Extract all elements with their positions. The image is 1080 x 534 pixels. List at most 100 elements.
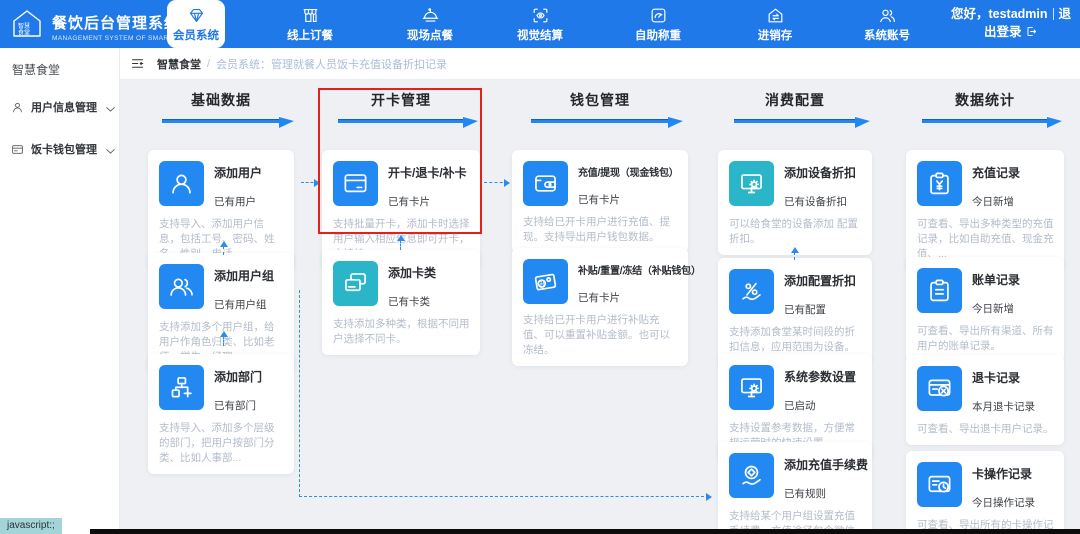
card-status: 已有用户	[214, 196, 256, 208]
column-title: 数据统计	[955, 92, 1015, 108]
module-card[interactable]: 账单记录 今日新增 可查看、导出所有渠道、所有用户的账单记录。	[906, 257, 1064, 362]
card-title: 添加配置折扣	[784, 274, 857, 288]
card-title: 充值记录	[972, 166, 1021, 180]
nav-item-5[interactable]: 自助称重	[622, 0, 694, 48]
card-status: 已有设备折扣	[784, 196, 847, 208]
card-title: 退卡记录	[972, 371, 1021, 385]
user-icon	[159, 161, 204, 206]
column-header: 数据统计	[906, 90, 1064, 144]
card-status: 已有卡片	[578, 194, 620, 206]
bankcard-icon	[11, 143, 24, 156]
card-title: 添加部门	[214, 370, 263, 384]
card-title: 添加充值手续费	[784, 458, 869, 472]
column-arrow-underline	[338, 117, 478, 128]
card-description: 支持给已开卡用户进行补贴充值、可以重置补贴金额。也可以冻结。	[523, 314, 670, 356]
collapse-sidebar-icon[interactable]	[130, 56, 145, 71]
card-status: 今日新增	[972, 303, 1014, 315]
breadcrumb-current: 会员系统：管理就餐人员饭卡充值设备折扣记录	[216, 58, 448, 71]
module-card[interactable]: 补 补贴/重置/冻结（补贴钱包） 已有卡片支持给已开卡用户进行补贴充值、可以重置补贴…	[512, 248, 701, 366]
card-description: 支持导入、添加多个层级的部门，把用户按部门分类、比如人事部...	[159, 422, 275, 464]
card-status: 已有配置	[784, 304, 826, 316]
flow-column-3: 钱包管理充值/提现（现金钱包） 已有卡片 支持给已开卡用户进行充值、提现。支持导出用…	[512, 90, 701, 366]
column-header: 基础数据	[148, 90, 294, 144]
nav-item-label: 现场点餐	[407, 29, 453, 42]
card-status: 已有用户组	[214, 299, 267, 311]
flow-column-1: 基础数据添加用户已有用户支持导入、添加用户信息，包括工号、密码、姓名、性别、电话…	[148, 90, 294, 474]
nav-item-1[interactable]: 会员系统	[167, 0, 225, 48]
module-card[interactable]: 退卡记录本月退卡记录可查看、导出退卡用户记录。	[906, 355, 1064, 445]
logout-icon[interactable]	[1025, 25, 1038, 39]
flow-connector	[223, 336, 224, 346]
clipboard-lines-icon	[917, 268, 962, 313]
card-title: 添加用户	[214, 166, 263, 180]
module-card[interactable]: 添加充值手续费已有规则支持给某个用户组设置充值手续费，充值途径包含微信充值及现.…	[718, 442, 872, 534]
column-arrow-underline	[531, 117, 683, 128]
flow-column-5: 数据统计 充值记录 今日新增 可查看、导出多种类型的充值记录，比如自助充值、现金充值、…	[906, 90, 1064, 534]
module-card[interactable]: 添加用户已有用户支持导入、添加用户信息，包括工号、密码、姓名、性别、电话。	[148, 150, 294, 270]
nav-item-4[interactable]: 视觉结算	[504, 0, 576, 48]
module-card[interactable]: 卡操作记录今日操作记录可查看、导出所有的卡操作记录，包括认证、冻结、挂失、作废等…	[906, 451, 1064, 534]
org-icon	[159, 365, 204, 410]
sidebar-item-1[interactable]: 用户信息管理	[0, 94, 119, 120]
card-description: 可查看、导出多种类型的充值记录，比如自助充值、现金充值、...	[917, 218, 1054, 260]
card-title: 开卡/退卡/补卡	[388, 166, 467, 180]
card-description: 可查看、导出所有渠道、所有用户的账单记录。	[917, 325, 1054, 352]
card-description: 可查看、导出退卡用户记录。	[917, 423, 1054, 435]
svg-text:补: 补	[539, 280, 545, 288]
column-title: 开卡管理	[371, 92, 431, 108]
module-card[interactable]: 添加设备折扣 已有设备折扣 可以给食堂的设备添加 配置折扣。	[718, 150, 872, 255]
flow-connector	[400, 240, 401, 250]
card-title: 补贴/重置/冻结（补贴钱包）	[578, 266, 701, 277]
nav-item-3[interactable]: 现场点餐	[394, 0, 466, 48]
card-status: 今日新增	[972, 196, 1014, 208]
card-title: 添加设备折扣	[784, 166, 857, 180]
flow-arrowhead	[219, 241, 228, 247]
flow-connector	[794, 252, 795, 260]
nav-item-6[interactable]: 进销存	[739, 0, 811, 48]
column-arrow-underline	[922, 117, 1062, 128]
card-status: 今日操作记录	[972, 497, 1035, 509]
nav-item-2[interactable]: 线上订餐	[274, 0, 346, 48]
flow-arrowhead	[504, 178, 510, 187]
nav-item-label: 会员系统	[173, 29, 219, 42]
scale-icon	[649, 6, 668, 25]
inventory-icon	[766, 6, 785, 25]
card-status: 已启动	[784, 400, 816, 412]
percent-hand-icon	[729, 269, 774, 314]
flow-column-4: 消费配置 添加设备折扣 已有设备折扣 可以给食堂的设备添加 配置折扣。 添加配置折扣 已有…	[718, 90, 872, 534]
chevron-down-icon	[104, 145, 115, 154]
card-status: 本月退卡记录	[972, 401, 1035, 413]
module-card[interactable]: 添加配置折扣 已有配置支持添加食堂某时间段的折扣信息，应用范围为设备。	[718, 258, 872, 363]
member-icon	[11, 101, 24, 114]
card-description: 支持添加食堂某时间段的折扣信息，应用范围为设备。	[729, 326, 855, 353]
card-status: 已有卡片	[388, 196, 430, 208]
sidebar-item-2[interactable]: 饭卡钱包管理	[0, 136, 119, 162]
card-title: 系统参数设置	[784, 370, 857, 384]
user-greeting: 您好，testadmin	[950, 7, 1048, 21]
column-title: 钱包管理	[570, 92, 630, 108]
breadcrumb-root[interactable]: 智慧食堂	[157, 56, 201, 72]
users-icon	[159, 264, 204, 309]
flow-arrowhead	[314, 178, 320, 187]
sidebar: 智慧食堂 用户信息管理 饭卡钱包管理	[0, 48, 120, 534]
module-card[interactable]: 充值/提现（现金钱包） 已有卡片 支持给已开卡用户进行充值、提现。支持导出用户钱包数…	[512, 150, 688, 253]
flow-arrowhead	[706, 492, 712, 501]
flow-arrowhead	[396, 235, 405, 241]
top-navigation-bar: 智慧 食堂 餐饮后台管理系统 MANAGEMENT SYSTEM OF SMART…	[0, 0, 1080, 48]
storefront-icon	[301, 6, 320, 25]
card-status: 已有卡片	[578, 292, 620, 304]
card-description: 支持给已开卡用户进行充值、提现。支持导出用户钱包数据。	[523, 216, 670, 243]
accounts-icon	[878, 6, 897, 25]
column-title: 基础数据	[191, 92, 251, 108]
module-card[interactable]: 添加部门 已有部门 支持导入、添加多个层级的部门，把用户按部门分类、比如人事部...	[148, 354, 294, 474]
module-card[interactable]: 充值记录今日新增可查看、导出多种类型的充值记录，比如自助充值、现金充值、...	[906, 150, 1064, 270]
sidebar-title: 智慧食堂	[12, 63, 61, 77]
module-card[interactable]: 添加卡类 已有卡类 支持添加多种类，根据不同用户选择不同卡。	[322, 250, 480, 355]
diamond-icon	[187, 6, 206, 25]
status-link-tooltip: javascript:;	[0, 518, 62, 534]
nav-item-7[interactable]: 系统账号	[851, 0, 923, 48]
flow-connector	[223, 246, 224, 255]
fee-hand-icon	[729, 453, 774, 498]
smart-canteen-logo-icon: 智慧 食堂	[10, 7, 44, 46]
flow-column-2: 开卡管理 开卡/退卡/补卡 已有卡片 支持批量开卡，添加卡时选择用户输入相应信息即可开…	[322, 90, 480, 355]
